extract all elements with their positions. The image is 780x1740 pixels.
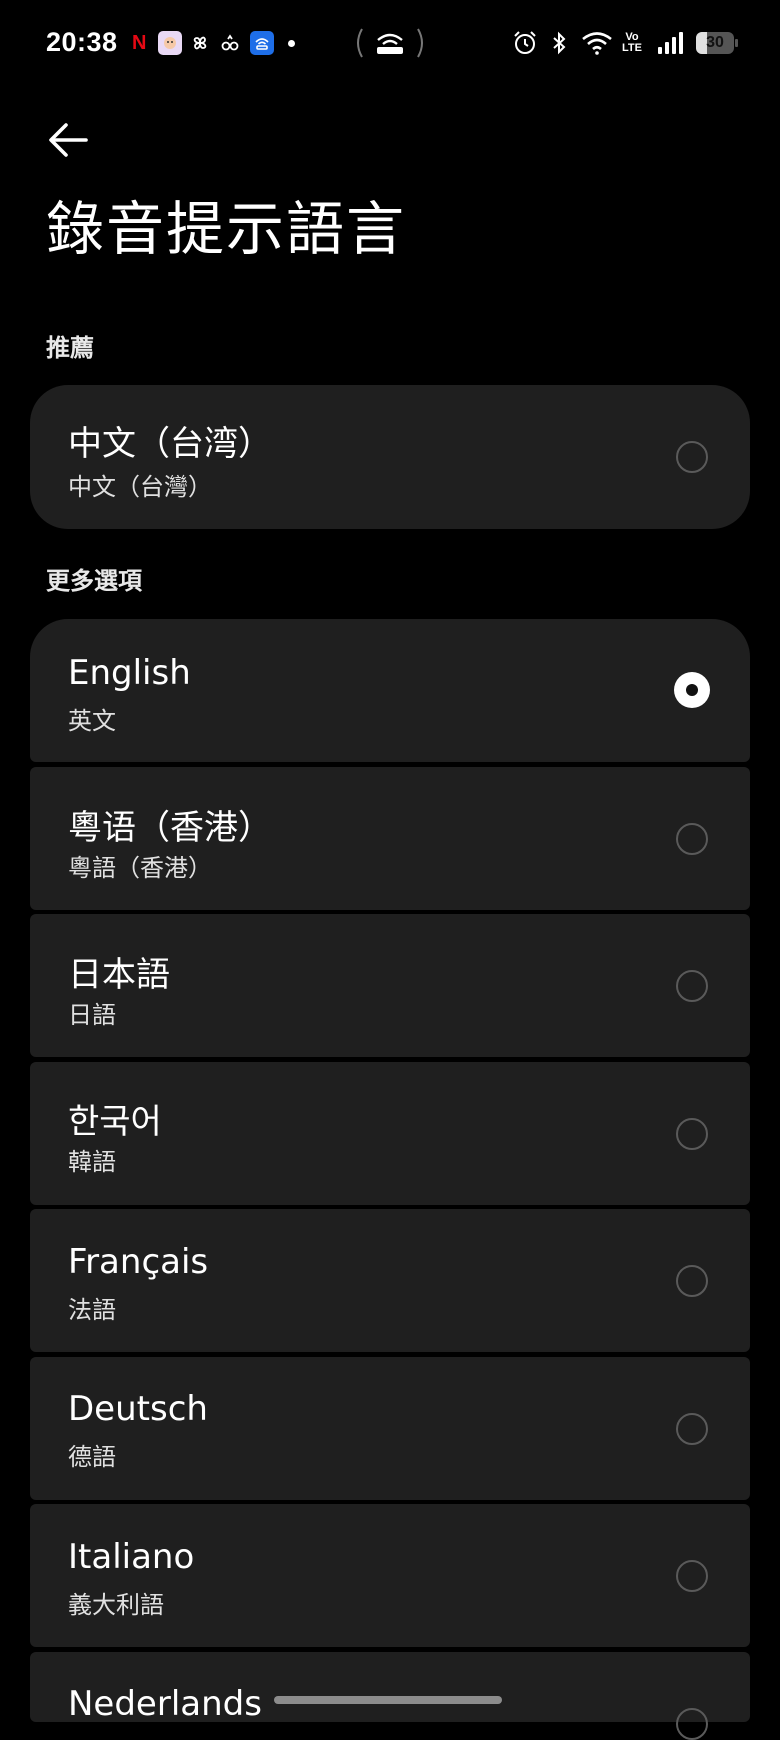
hotspot-pill-icon <box>352 26 428 60</box>
alarm-icon <box>512 30 538 56</box>
language-secondary-name: 中文（台灣） <box>68 473 212 501</box>
link-icon <box>218 30 242 56</box>
language-secondary-name: 義大利語 <box>68 1591 164 1619</box>
radio-button[interactable] <box>676 970 708 1002</box>
radio-button[interactable] <box>676 1265 708 1297</box>
remote-access-icon <box>250 30 274 56</box>
radio-button[interactable] <box>676 441 708 473</box>
arrow-left-icon <box>49 123 88 157</box>
section-label-recommended: 推薦 <box>46 334 94 362</box>
language-primary-name: Deutsch <box>68 1389 208 1429</box>
notification-dot-icon <box>288 30 295 56</box>
pinwheel-icon <box>188 30 212 56</box>
status-bar: 20:38 N Vo LTE 30 <box>0 0 780 88</box>
language-option-cantonese[interactable]: 粵语（香港） 粵語（香港） <box>30 767 750 910</box>
language-secondary-name: 日語 <box>68 1001 116 1029</box>
language-secondary-name: 英文 <box>68 707 116 735</box>
volte-icon: Vo LTE <box>622 31 642 54</box>
language-primary-name: English <box>68 653 191 693</box>
language-option-italian[interactable]: Italiano 義大利語 <box>30 1504 750 1647</box>
language-secondary-name: 德語 <box>68 1443 116 1471</box>
language-secondary-name: 韓語 <box>68 1148 116 1176</box>
radio-button[interactable] <box>676 1413 708 1445</box>
home-indicator[interactable] <box>274 1696 502 1704</box>
language-primary-name: Français <box>68 1242 209 1282</box>
language-secondary-name: 粵語（香港） <box>68 854 212 882</box>
language-option-korean[interactable]: 한국어 韓語 <box>30 1062 750 1205</box>
netflix-icon: N <box>132 31 147 54</box>
language-primary-name: 日本語 <box>68 955 170 995</box>
language-option-zh-tw[interactable]: 中文（台湾） 中文（台灣） <box>30 385 750 529</box>
battery-icon: 30 <box>696 30 738 56</box>
radio-button-selected[interactable] <box>674 672 710 708</box>
radio-button[interactable] <box>676 1708 708 1740</box>
language-option-dutch[interactable]: Nederlands <box>30 1652 750 1740</box>
language-primary-name: 한국어 <box>68 1102 162 1142</box>
radio-button[interactable] <box>676 823 708 855</box>
language-option-japanese[interactable]: 日本語 日語 <box>30 914 750 1057</box>
language-primary-name: Nederlands <box>68 1684 262 1724</box>
language-option-english[interactable]: English 英文 <box>30 619 750 762</box>
app-avatar-icon <box>158 30 182 56</box>
language-secondary-name: 法語 <box>68 1296 116 1324</box>
back-button[interactable] <box>40 112 96 168</box>
language-option-french[interactable]: Français 法語 <box>30 1209 750 1352</box>
status-time: 20:38 <box>46 27 118 57</box>
language-primary-name: 粵语（香港） <box>68 808 272 848</box>
radio-button[interactable] <box>676 1560 708 1592</box>
page-title: 錄音提示語言 <box>46 195 407 263</box>
radio-button[interactable] <box>676 1118 708 1150</box>
signal-icon <box>656 30 684 56</box>
bluetooth-icon <box>546 30 572 56</box>
wifi-icon <box>580 30 614 56</box>
language-primary-name: 中文（台湾） <box>68 424 272 464</box>
section-label-more-options: 更多選項 <box>46 567 142 595</box>
language-option-german[interactable]: Deutsch 德語 <box>30 1357 750 1500</box>
language-primary-name: Italiano <box>68 1537 195 1577</box>
